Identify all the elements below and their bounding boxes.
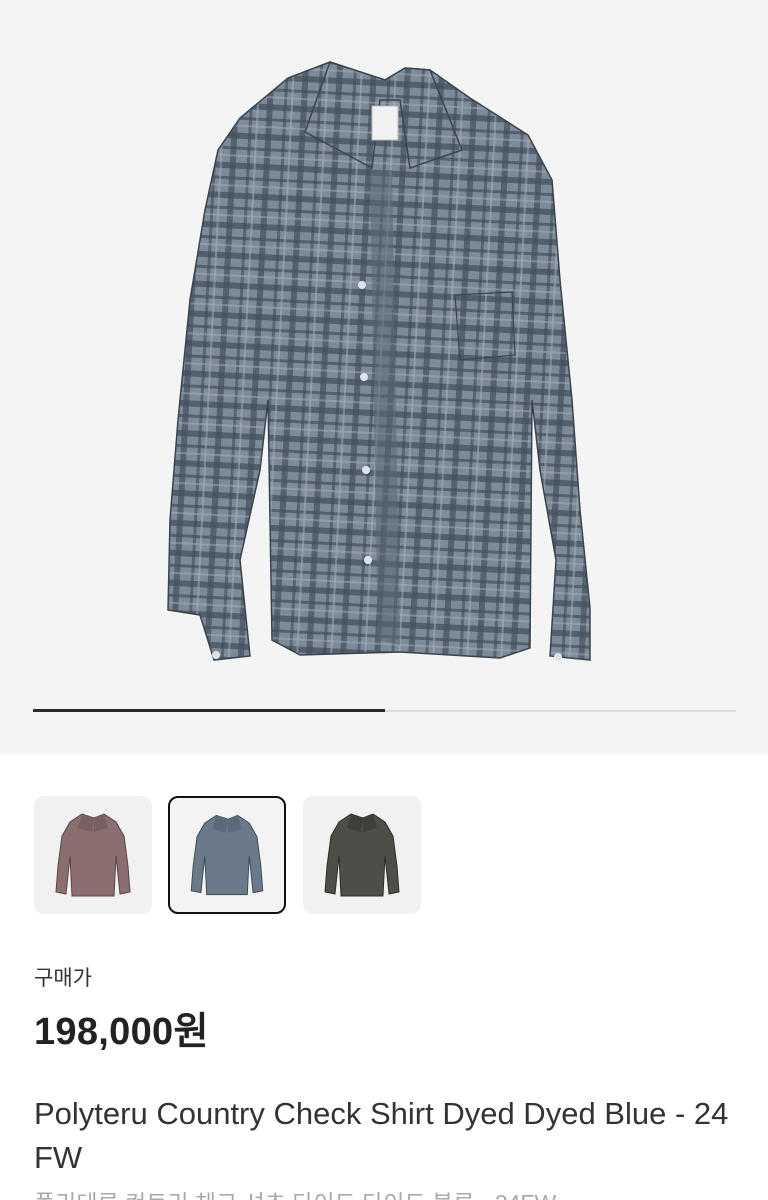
product-name-korean: 폴리테루 컨트리 체크 셔츠 다이드 다이드 블루 - 24FW: [34, 1184, 734, 1200]
price-label: 구매가: [34, 967, 92, 990]
variant-thumbnails: [0, 754, 768, 926]
charcoal-plaid-shirt-icon: [324, 813, 400, 897]
thumbnail-charcoal-plaid-shirt[interactable]: [303, 796, 421, 914]
brown-plaid-shirt-icon: [55, 813, 131, 897]
product-main-image[interactable]: [0, 0, 768, 700]
gallery-progress-bar: [33, 709, 736, 712]
gallery-progress-fill: [33, 709, 385, 712]
blue-plaid-shirt-icon: [190, 814, 264, 896]
product-name: Polyteru Country Check Shirt Dyed Dyed B…: [34, 1096, 729, 1175]
thumbnail-blue-plaid-shirt[interactable]: [168, 796, 286, 914]
product-image-gallery[interactable]: [0, 0, 768, 754]
product-price: 198,000원: [34, 1011, 209, 1053]
thumbnail-brown-plaid-shirt[interactable]: [34, 796, 152, 914]
product-info: 구매가 198,000원 Polyteru Country Check Shir…: [0, 926, 768, 1200]
